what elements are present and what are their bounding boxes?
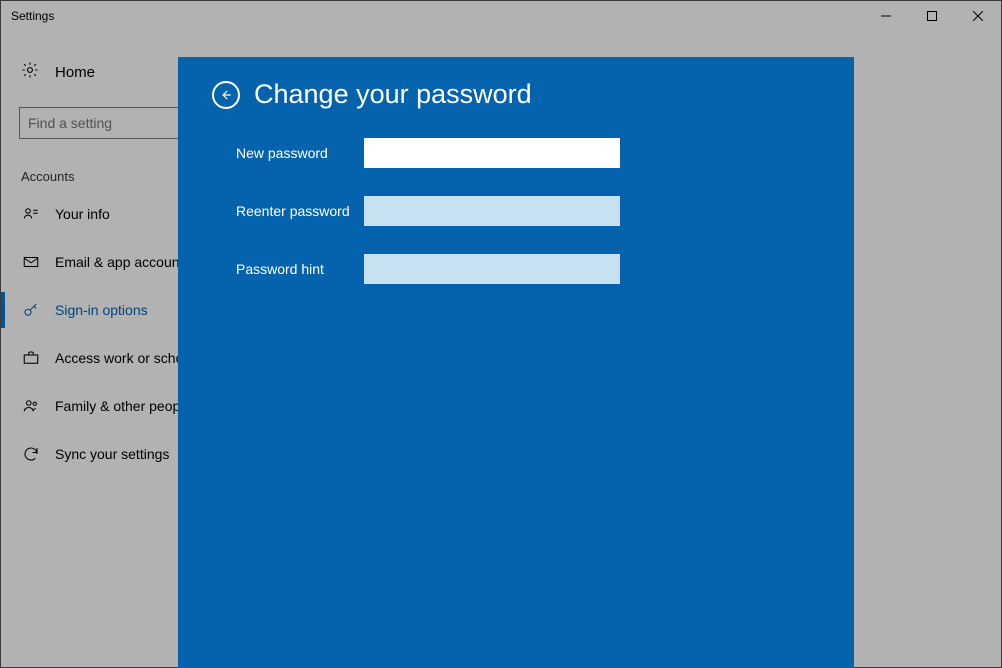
reenter-password-label: Reenter password <box>212 203 364 219</box>
new-password-label: New password <box>212 145 364 161</box>
change-password-modal: Change your password New password Reente… <box>178 57 854 668</box>
settings-window: Settings Home Accounts <box>0 0 1002 668</box>
modal-title: Change your password <box>254 79 532 110</box>
password-hint-input[interactable] <box>364 254 620 284</box>
reenter-password-input[interactable] <box>364 196 620 226</box>
modal-header: Change your password <box>212 79 820 110</box>
password-hint-row: Password hint <box>212 254 820 284</box>
new-password-input[interactable] <box>364 138 620 168</box>
back-button[interactable] <box>212 81 240 109</box>
password-hint-label: Password hint <box>212 261 364 277</box>
new-password-row: New password <box>212 138 820 168</box>
reenter-password-row: Reenter password <box>212 196 820 226</box>
